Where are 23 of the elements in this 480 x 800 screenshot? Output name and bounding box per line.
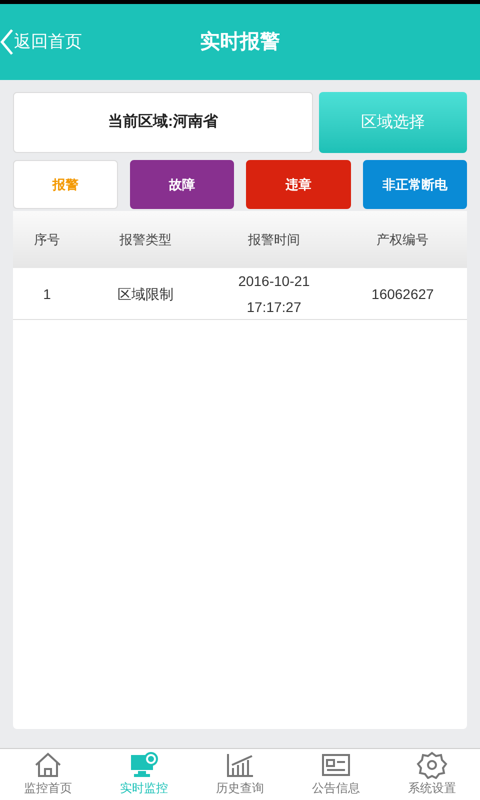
- back-chevron-icon: [0, 28, 14, 56]
- nav-tab[interactable]: 公告信息: [288, 749, 384, 800]
- filter-tab[interactable]: 报警: [13, 160, 118, 209]
- filter-tab[interactable]: 故障: [130, 160, 234, 209]
- table-cell-text: 2016-10-21 17:17:27: [238, 272, 310, 316]
- table-cell-text: 1: [43, 284, 51, 304]
- nav-tab[interactable]: 系统设置: [384, 749, 480, 800]
- settings-icon: [416, 751, 448, 779]
- bar-chart-icon: [224, 751, 256, 779]
- filter-tab[interactable]: 非正常断电: [362, 160, 467, 209]
- nav-tab[interactable]: 历史查询: [192, 749, 288, 800]
- page-title: 实时报警: [199, 30, 281, 55]
- filter-tab[interactable]: 违章: [246, 160, 350, 209]
- monitor-icon: [128, 751, 160, 779]
- table-cell-text: 区域限制: [117, 284, 174, 304]
- current-region: 当前区域:河南省: [13, 92, 313, 153]
- table-cell-text: 16062627: [372, 284, 434, 304]
- column-header: 报警类型: [119, 230, 172, 249]
- column-header: 报警时间: [248, 230, 300, 249]
- column-header: 序号: [34, 230, 60, 249]
- notice-board-icon: [320, 751, 352, 779]
- column-header: 产权编号: [376, 230, 429, 249]
- nav-tab[interactable]: 监控首页: [0, 749, 96, 800]
